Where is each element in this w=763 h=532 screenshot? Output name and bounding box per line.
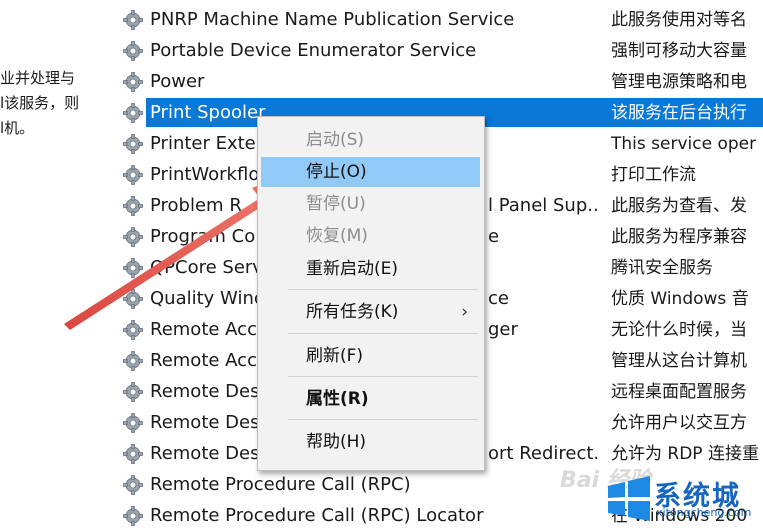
menu-item-stop[interactable]: 停止(O) <box>261 157 480 187</box>
context-menu: 启动(S) 停止(O) 暂停(U) 恢复(M) 重新启动(E) 所有任务(K) … <box>257 116 485 471</box>
menu-separator <box>288 419 478 420</box>
menu-separator <box>288 333 478 334</box>
menu-item-restart[interactable]: 重新启动(E) <box>258 254 484 284</box>
menu-item-pause[interactable]: 暂停(U) <box>258 189 484 219</box>
menu-separator <box>288 289 478 290</box>
logo-url: xitongcheng.com <box>656 506 752 519</box>
site-logo: 系统城 xitongcheng.com <box>598 470 763 522</box>
menu-item-all-tasks[interactable]: 所有任务(K) › <box>258 297 484 327</box>
menu-item-resume[interactable]: 恢复(M) <box>258 221 484 251</box>
windows-logo-icon <box>608 476 650 521</box>
chevron-right-icon: › <box>461 302 468 322</box>
menu-item-properties[interactable]: 属性(R) <box>258 384 484 414</box>
menu-item-help[interactable]: 帮助(H) <box>258 427 484 457</box>
menu-item-all-tasks-label: 所有任务(K) <box>306 302 399 322</box>
menu-item-refresh[interactable]: 刷新(F) <box>258 341 484 371</box>
menu-item-start[interactable]: 启动(S) <box>258 125 484 155</box>
menu-separator <box>288 376 478 377</box>
